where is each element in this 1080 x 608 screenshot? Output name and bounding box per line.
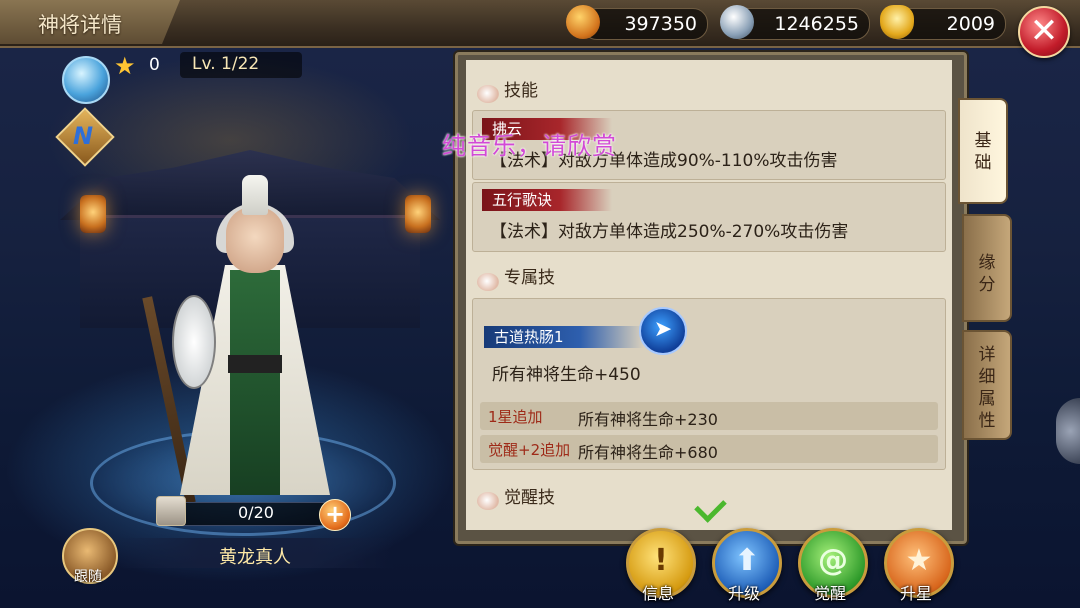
section-skills-title: 技能: [504, 81, 538, 101]
rank-letter: N: [72, 122, 94, 150]
tab-basic[interactable]: 基础: [958, 98, 1008, 204]
hero-hat: [242, 175, 268, 215]
tab-detailed-attributes-label: 详细属性: [978, 345, 996, 431]
tab-basic-label: 基础: [974, 131, 992, 173]
section-exclusive-title: 专属技: [504, 268, 555, 288]
section-bullet-icon: [477, 273, 499, 291]
star-up-label: 升星: [899, 584, 932, 603]
hero-inner-robe: [230, 270, 280, 495]
bonus-label-2: 觉醒+2追加: [488, 441, 571, 459]
exclusive-skill-name: 古道热肠1: [484, 326, 644, 348]
follow-label: 跟随: [74, 569, 102, 585]
hero-head: [226, 207, 284, 273]
element-orb-icon[interactable]: [62, 56, 110, 104]
tab-detailed-attributes[interactable]: 详细属性: [962, 330, 1012, 440]
lantern-right: [405, 195, 431, 233]
running-figure-icon: ➤: [639, 307, 687, 355]
ingot-value: 2009: [946, 13, 995, 35]
awaken-label: 觉醒: [813, 584, 846, 603]
tab-affinity-label: 缘分: [978, 253, 996, 295]
info-label: 信息: [641, 584, 674, 603]
fragment-count: 0/20: [238, 503, 274, 522]
side-orb-button[interactable]: [1056, 398, 1080, 464]
hero-figure: [142, 175, 360, 505]
close-button[interactable]: ✕: [1018, 6, 1070, 58]
star-count: 0: [149, 55, 160, 75]
bonus-value-2: 所有神将生命+680: [578, 443, 718, 462]
bonus-label-1: 1星追加: [488, 408, 543, 426]
close-icon: ✕: [1029, 11, 1059, 51]
silver-value: 1246255: [774, 13, 859, 35]
feather-fan: [172, 295, 216, 389]
add-fragment-button[interactable]: +: [319, 499, 351, 531]
skill-name-2: 五行歌诀: [482, 189, 612, 211]
gold-value: 397350: [624, 13, 697, 35]
swirl-icon: @: [818, 543, 848, 578]
section-bullet-icon: [477, 492, 499, 510]
lantern-left: [80, 195, 106, 233]
skill-desc-2: 【法术】对敌方单体造成250%-270%攻击伤害: [490, 222, 849, 242]
tab-affinity[interactable]: 缘分: [962, 214, 1012, 322]
hero-belt: [228, 355, 282, 373]
overlay-caption: 纯音乐，请欣赏: [442, 132, 617, 160]
upgrade-label: 升级: [727, 584, 760, 603]
top-bar: 神将详情 397350 1246255 2009 ✕: [0, 0, 1080, 58]
exclamation-icon: !: [654, 543, 668, 578]
silver-coin-icon: [720, 5, 754, 39]
gold-ingot-icon: [880, 5, 914, 39]
gold-coin-icon: [566, 5, 600, 39]
star-icon: ★: [905, 543, 933, 578]
section-awaken-title: 觉醒技: [504, 488, 555, 508]
hero-portrait-icon: [156, 496, 186, 526]
hero-level: Lv. 1/22: [192, 54, 260, 74]
star-icon: ★: [114, 52, 136, 80]
page-title: 神将详情: [38, 13, 122, 37]
bonus-value-1: 所有神将生命+230: [578, 410, 718, 429]
arrow-up-icon: ⬆: [734, 543, 760, 578]
exclusive-skill-desc: 所有神将生命+450: [492, 365, 641, 385]
section-bullet-icon: [477, 85, 499, 103]
gold-currency: 397350: [582, 8, 708, 40]
